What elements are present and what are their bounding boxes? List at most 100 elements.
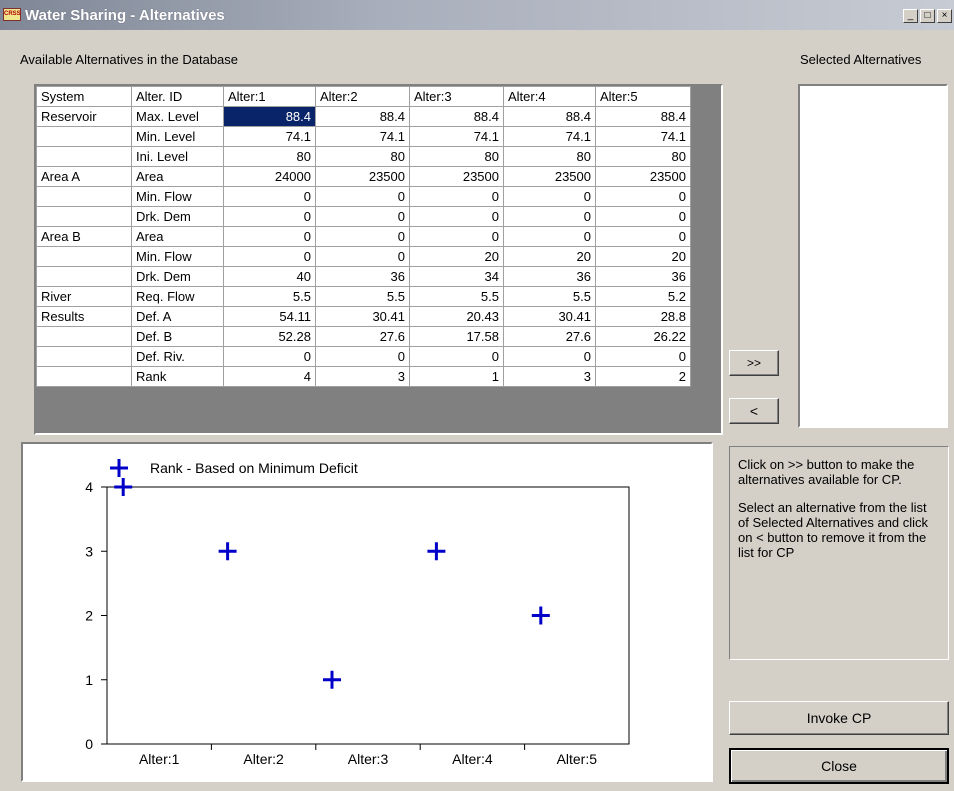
value-cell[interactable]: 0	[223, 346, 316, 367]
parameter-cell[interactable]: Req. Flow	[131, 286, 224, 307]
value-cell[interactable]: 20	[409, 246, 504, 267]
system-cell[interactable]	[36, 186, 132, 207]
grid-header-cell[interactable]: Alter:4	[503, 86, 596, 107]
system-cell[interactable]	[36, 346, 132, 367]
value-cell[interactable]: 40	[223, 266, 316, 287]
value-cell[interactable]: 0	[315, 246, 410, 267]
parameter-cell[interactable]: Min. Flow	[131, 186, 224, 207]
value-cell[interactable]: 17.58	[409, 326, 504, 347]
value-cell[interactable]: 0	[223, 186, 316, 207]
parameter-cell[interactable]: Max. Level	[131, 106, 224, 127]
alternatives-grid[interactable]: System Alter. ID Alter:1 Alter:2 Alter:3 Alte…	[34, 84, 723, 435]
value-cell[interactable]: 4	[223, 366, 316, 387]
system-cell[interactable]: Results	[36, 306, 132, 327]
value-cell[interactable]: 30.41	[315, 306, 410, 327]
value-cell[interactable]: 0	[503, 226, 596, 247]
parameter-cell[interactable]: Min. Level	[131, 126, 224, 147]
value-cell[interactable]: 80	[409, 146, 504, 167]
value-cell[interactable]: 0	[503, 346, 596, 367]
parameter-cell[interactable]: Drk. Dem	[131, 266, 224, 287]
system-cell[interactable]	[36, 146, 132, 167]
value-cell[interactable]: 1	[409, 366, 504, 387]
parameter-cell[interactable]: Ini. Level	[131, 146, 224, 167]
value-cell[interactable]: 23500	[409, 166, 504, 187]
grid-header-cell[interactable]: Alter:3	[409, 86, 504, 107]
close-window-button[interactable]: ×	[937, 9, 952, 23]
close-button[interactable]: Close	[729, 748, 949, 784]
maximize-button[interactable]: □	[920, 9, 935, 23]
value-cell[interactable]: 5.5	[223, 286, 316, 307]
system-cell[interactable]	[36, 326, 132, 347]
parameter-cell[interactable]: Def. Riv.	[131, 346, 224, 367]
grid-header-cell[interactable]: Alter:5	[595, 86, 691, 107]
value-cell[interactable]: 0	[223, 206, 316, 227]
value-cell[interactable]: 74.1	[409, 126, 504, 147]
value-cell[interactable]: 80	[315, 146, 410, 167]
value-cell[interactable]: 0	[223, 246, 316, 267]
value-cell[interactable]: 88.4	[503, 106, 596, 127]
value-cell[interactable]: 52.28	[223, 326, 316, 347]
value-cell[interactable]: 0	[409, 346, 504, 367]
value-cell[interactable]: 30.41	[503, 306, 596, 327]
value-cell[interactable]: 80	[223, 146, 316, 167]
grid-header-cell[interactable]: System	[36, 86, 132, 107]
value-cell[interactable]: 3	[315, 366, 410, 387]
remove-alternative-button[interactable]: <	[729, 398, 779, 424]
invoke-cp-button[interactable]: Invoke CP	[729, 701, 949, 735]
value-cell[interactable]: 0	[223, 226, 316, 247]
value-cell[interactable]: 23500	[595, 166, 691, 187]
system-cell[interactable]: Reservoir	[36, 106, 132, 127]
parameter-cell[interactable]: Rank	[131, 366, 224, 387]
parameter-cell[interactable]: Min. Flow	[131, 246, 224, 267]
minimize-button[interactable]: _	[903, 9, 918, 23]
value-cell[interactable]: 3	[503, 366, 596, 387]
grid-header-cell[interactable]: Alter:2	[315, 86, 410, 107]
value-cell[interactable]: 36	[595, 266, 691, 287]
value-cell[interactable]: 0	[315, 226, 410, 247]
value-cell[interactable]: 0	[315, 346, 410, 367]
value-cell[interactable]: 0	[409, 206, 504, 227]
value-cell[interactable]: 80	[503, 146, 596, 167]
value-cell[interactable]: 0	[315, 186, 410, 207]
add-alternative-button[interactable]: >>	[729, 350, 779, 376]
system-cell[interactable]: Area B	[36, 226, 132, 247]
value-cell[interactable]: 0	[315, 206, 410, 227]
value-cell[interactable]: 20	[595, 246, 691, 267]
parameter-cell[interactable]: Drk. Dem	[131, 206, 224, 227]
value-cell[interactable]: 0	[409, 186, 504, 207]
value-cell[interactable]: 0	[595, 346, 691, 367]
value-cell[interactable]: 23500	[503, 166, 596, 187]
system-cell[interactable]	[36, 206, 132, 227]
value-cell[interactable]: 5.5	[315, 286, 410, 307]
value-cell[interactable]: 34	[409, 266, 504, 287]
system-cell[interactable]	[36, 246, 132, 267]
value-cell[interactable]: 88.4	[409, 106, 504, 127]
grid-header-cell[interactable]: Alter. ID	[131, 86, 224, 107]
value-cell[interactable]: 74.1	[503, 126, 596, 147]
system-cell[interactable]	[36, 266, 132, 287]
value-cell[interactable]: 2	[595, 366, 691, 387]
value-cell[interactable]: 0	[595, 186, 691, 207]
selected-alternatives-list[interactable]	[798, 84, 948, 428]
grid-header-cell[interactable]: Alter:1	[223, 86, 316, 107]
system-cell[interactable]: River	[36, 286, 132, 307]
system-cell[interactable]	[36, 126, 132, 147]
parameter-cell[interactable]: Area	[131, 166, 224, 187]
value-cell[interactable]: 88.4	[223, 106, 316, 127]
value-cell[interactable]: 27.6	[503, 326, 596, 347]
value-cell[interactable]: 28.8	[595, 306, 691, 327]
value-cell[interactable]: 26.22	[595, 326, 691, 347]
value-cell[interactable]: 23500	[315, 166, 410, 187]
value-cell[interactable]: 5.5	[503, 286, 596, 307]
parameter-cell[interactable]: Def. A	[131, 306, 224, 327]
value-cell[interactable]: 74.1	[315, 126, 410, 147]
value-cell[interactable]: 36	[503, 266, 596, 287]
value-cell[interactable]: 0	[503, 186, 596, 207]
value-cell[interactable]: 80	[595, 146, 691, 167]
value-cell[interactable]: 27.6	[315, 326, 410, 347]
value-cell[interactable]: 0	[595, 226, 691, 247]
value-cell[interactable]: 20.43	[409, 306, 504, 327]
parameter-cell[interactable]: Def. B	[131, 326, 224, 347]
value-cell[interactable]: 5.5	[409, 286, 504, 307]
value-cell[interactable]: 0	[503, 206, 596, 227]
